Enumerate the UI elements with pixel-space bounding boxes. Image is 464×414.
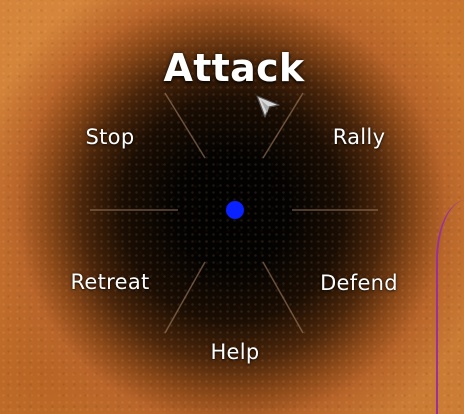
mouse-pointer-icon — [256, 95, 280, 118]
menu-option-stop[interactable]: Stop — [86, 125, 135, 149]
center-dot-icon — [226, 201, 244, 219]
divider-upper-left — [164, 92, 206, 159]
menu-option-attack[interactable]: Attack — [164, 46, 305, 90]
divider-lower-right — [262, 261, 304, 334]
game-scene: Attack Stop Rally Retreat Defend Help — [0, 0, 464, 414]
menu-option-defend[interactable]: Defend — [320, 271, 398, 295]
menu-option-retreat[interactable]: Retreat — [70, 270, 149, 294]
divider-lower-left — [164, 261, 206, 334]
menu-option-rally[interactable]: Rally — [333, 125, 386, 149]
menu-option-help[interactable]: Help — [210, 340, 259, 364]
